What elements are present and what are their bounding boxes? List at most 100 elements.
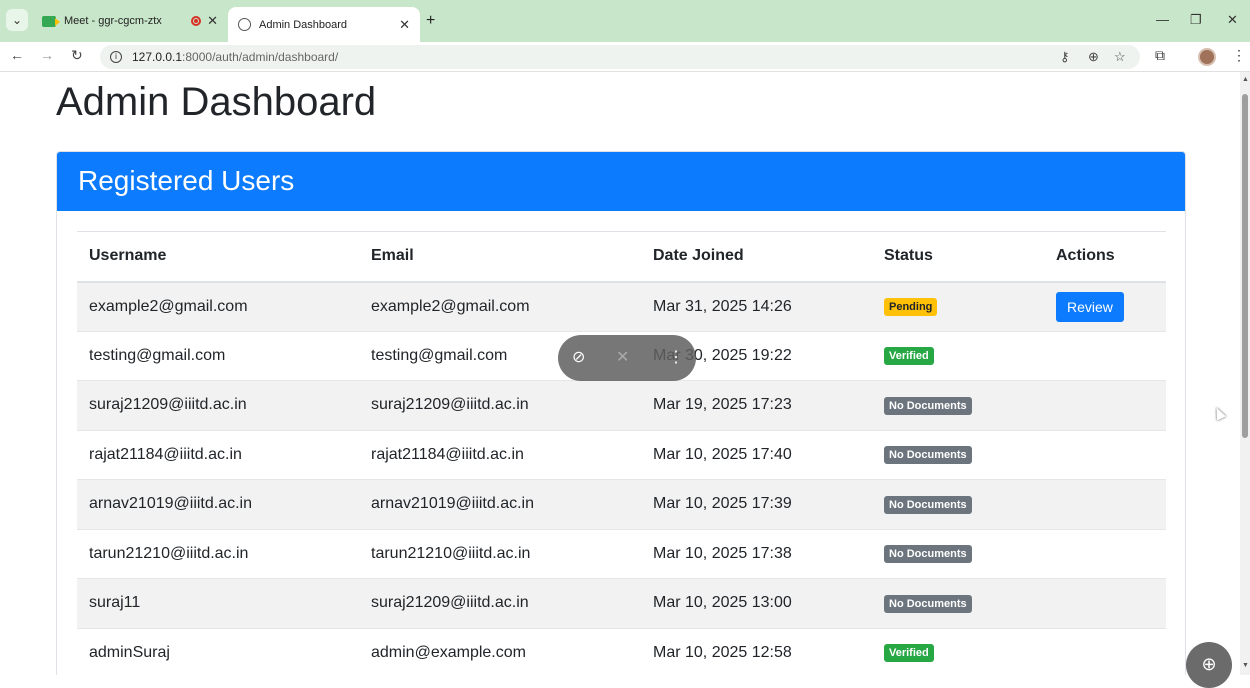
cell-date-joined: Mar 19, 2025 17:23 bbox=[641, 380, 872, 431]
scrollbar-thumb[interactable] bbox=[1242, 94, 1248, 438]
media-controls-overlay: ⊘ ✕ ⋮ bbox=[558, 335, 696, 381]
status-badge: No Documents bbox=[884, 396, 972, 415]
header-actions: Actions bbox=[1044, 231, 1166, 283]
mute-speaker-icon[interactable]: ✕ bbox=[616, 347, 629, 367]
tab-title: Admin Dashboard bbox=[259, 18, 348, 31]
extensions-puzzle-icon[interactable]: ⧉ bbox=[1155, 47, 1165, 64]
bookmark-star-icon[interactable]: ☆ bbox=[1114, 49, 1126, 65]
cell-date-joined: Mar 31, 2025 14:26 bbox=[641, 281, 872, 332]
status-badge: No Documents bbox=[884, 545, 972, 564]
cell-actions bbox=[1044, 529, 1166, 579]
cell-email: suraj21209@iiitd.ac.in bbox=[359, 380, 641, 431]
cell-actions bbox=[1044, 578, 1166, 629]
reload-icon[interactable]: ↻ bbox=[71, 47, 83, 64]
cell-username: adminSuraj bbox=[77, 628, 359, 675]
tab-admin-dashboard[interactable]: Admin Dashboard ✕ bbox=[228, 7, 420, 42]
card-header: Registered Users bbox=[57, 152, 1185, 211]
cell-email: tarun21210@iiitd.ac.in bbox=[359, 529, 641, 579]
new-tab-plus-icon[interactable]: + bbox=[426, 12, 435, 30]
page-content: Admin Dashboard Registered Users Usernam… bbox=[0, 72, 1240, 675]
registered-users-card: Registered Users Username Email Date Joi… bbox=[56, 151, 1186, 675]
page-scrollbar[interactable]: ▲ ▼ bbox=[1240, 72, 1250, 675]
more-options-icon[interactable]: ⋮ bbox=[668, 347, 684, 367]
tab-search-chevron-icon[interactable]: ⌄ bbox=[6, 9, 28, 31]
cell-actions: Review bbox=[1044, 281, 1166, 332]
url-host: 127.0.0.1 bbox=[132, 50, 183, 64]
scroll-down-icon[interactable]: ▼ bbox=[1242, 662, 1249, 669]
cell-actions bbox=[1044, 380, 1166, 431]
header-username: Username bbox=[77, 231, 359, 283]
browser-toolbar: ← → ↻ i 127.0.0.1:8000/auth/admin/dashbo… bbox=[0, 42, 1250, 72]
status-badge: Pending bbox=[884, 298, 938, 316]
cell-status: No Documents bbox=[872, 578, 1044, 629]
scroll-up-icon[interactable]: ▲ bbox=[1242, 76, 1249, 83]
table-row: example2@gmail.com example2@gmail.com Mar … bbox=[77, 281, 1166, 332]
table-row: suraj11 suraj21209@iiitd.ac.in Mar 10, 202… bbox=[77, 578, 1166, 629]
password-key-icon[interactable]: ⚷ bbox=[1060, 49, 1070, 65]
status-badge: No Documents bbox=[884, 446, 972, 465]
cell-date-joined: Mar 10, 2025 17:38 bbox=[641, 529, 872, 579]
cell-username: suraj21209@iiitd.ac.in bbox=[77, 380, 359, 431]
tab-title: Meet - ggr-cgcm-ztx bbox=[64, 15, 162, 27]
url-path: :8000/auth/admin/dashboard/ bbox=[182, 50, 339, 64]
status-badge: No Documents bbox=[884, 594, 972, 613]
cell-email: admin@example.com bbox=[359, 628, 641, 675]
table-header-row: Username Email Date Joined Status Action… bbox=[77, 231, 1166, 283]
cell-date-joined: Mar 10, 2025 13:00 bbox=[641, 578, 872, 629]
table-row: suraj21209@iiitd.ac.in suraj21209@iiitd.a… bbox=[77, 380, 1166, 431]
header-email: Email bbox=[359, 231, 641, 283]
cell-email: arnav21019@iiitd.ac.in bbox=[359, 479, 641, 530]
cell-status: No Documents bbox=[872, 479, 1044, 530]
cell-actions bbox=[1044, 479, 1166, 530]
site-info-icon[interactable]: i bbox=[110, 51, 122, 63]
users-table: Username Email Date Joined Status Action… bbox=[77, 231, 1166, 675]
maximize-icon[interactable]: ❐ bbox=[1190, 12, 1202, 28]
cell-actions bbox=[1044, 430, 1166, 480]
forward-arrow-icon[interactable]: → bbox=[40, 47, 54, 63]
table-row: rajat21184@iiitd.ac.in rajat21184@iiitd.a… bbox=[77, 430, 1166, 480]
cell-status: Pending bbox=[872, 281, 1044, 332]
profile-avatar[interactable] bbox=[1198, 48, 1216, 66]
close-tab-icon[interactable]: ✕ bbox=[399, 17, 410, 33]
back-arrow-icon[interactable]: ← bbox=[10, 47, 24, 63]
review-button[interactable]: Review bbox=[1056, 291, 1124, 322]
zoom-in-magnifier-icon[interactable]: ⊕ bbox=[1186, 642, 1232, 688]
cell-username: suraj11 bbox=[77, 578, 359, 629]
globe-icon bbox=[238, 18, 251, 31]
cell-status: Verified bbox=[872, 628, 1044, 675]
cell-status: No Documents bbox=[872, 380, 1044, 431]
table-row: arnav21019@iiitd.ac.in arnav21019@iiitd.a… bbox=[77, 479, 1166, 530]
cell-email: rajat21184@iiitd.ac.in bbox=[359, 430, 641, 480]
google-meet-icon bbox=[42, 15, 60, 27]
cell-status: No Documents bbox=[872, 529, 1044, 579]
menu-kebab-icon[interactable]: ⋮ bbox=[1232, 47, 1246, 64]
header-status: Status bbox=[872, 231, 1044, 283]
status-badge: Verified bbox=[884, 644, 934, 663]
unpin-icon[interactable]: ⊘ bbox=[572, 347, 585, 367]
status-badge: No Documents bbox=[884, 495, 972, 514]
cell-username: arnav21019@iiitd.ac.in bbox=[77, 479, 359, 530]
cell-date-joined: Mar 10, 2025 17:40 bbox=[641, 430, 872, 480]
cell-status: Verified bbox=[872, 331, 1044, 381]
page-title: Admin Dashboard bbox=[56, 80, 377, 124]
minimize-icon[interactable]: — bbox=[1156, 12, 1169, 27]
status-badge: Verified bbox=[884, 347, 934, 366]
header-date-joined: Date Joined bbox=[641, 231, 872, 283]
close-tab-icon[interactable]: ✕ bbox=[207, 13, 218, 29]
cell-username: tarun21210@iiitd.ac.in bbox=[77, 529, 359, 579]
mouse-cursor-icon bbox=[1211, 405, 1227, 421]
table-row: tarun21210@iiitd.ac.in tarun21210@iiitd.a… bbox=[77, 529, 1166, 579]
zoom-icon[interactable]: ⊕ bbox=[1088, 49, 1099, 65]
address-bar[interactable]: i 127.0.0.1:8000/auth/admin/dashboard/ ⚷… bbox=[100, 45, 1140, 69]
table-row: adminSuraj admin@example.com Mar 10, 2025 … bbox=[77, 628, 1166, 675]
cell-username: rajat21184@iiitd.ac.in bbox=[77, 430, 359, 480]
cell-username: testing@gmail.com bbox=[77, 331, 359, 381]
recording-icon bbox=[191, 16, 202, 26]
browser-tab-bar: ⌄ Meet - ggr-cgcm-ztx ✕ Admin Dashboard … bbox=[0, 0, 1250, 42]
cell-date-joined: Mar 10, 2025 17:39 bbox=[641, 479, 872, 530]
cell-email: suraj21209@iiitd.ac.in bbox=[359, 578, 641, 629]
cell-email: example2@gmail.com bbox=[359, 281, 641, 332]
cell-status: No Documents bbox=[872, 430, 1044, 480]
close-window-icon[interactable]: ✕ bbox=[1227, 12, 1238, 28]
tab-meet[interactable]: Meet - ggr-cgcm-ztx ✕ bbox=[32, 7, 228, 35]
